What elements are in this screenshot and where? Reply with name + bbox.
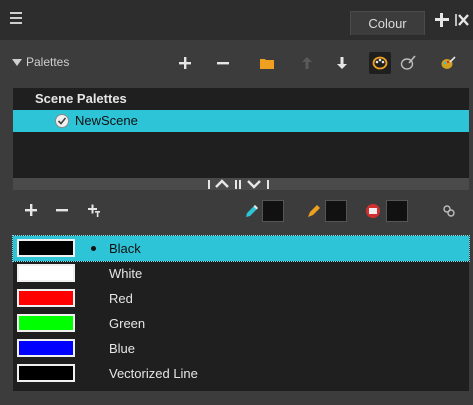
- panel-splitter[interactable]: [13, 178, 469, 190]
- arrow-down-icon: [337, 57, 347, 69]
- colour-chip: [17, 289, 75, 307]
- folder-icon: [260, 59, 274, 69]
- colour-label: Vectorized Line: [109, 366, 198, 381]
- plus-icon: [25, 204, 37, 216]
- pencil-icon[interactable]: [244, 203, 260, 219]
- tab-colour[interactable]: Colour: [350, 11, 425, 35]
- colour-chip: [17, 239, 75, 257]
- palette-operations-button[interactable]: [397, 52, 419, 74]
- palettes-toolbar: Palettes: [0, 40, 473, 84]
- colour-row-blue[interactable]: Blue: [13, 336, 469, 361]
- palette-browser-button[interactable]: [369, 52, 391, 74]
- link-colour-icon[interactable]: [442, 204, 456, 218]
- minus-icon: [217, 62, 229, 65]
- brush-colour-swatch[interactable]: [325, 200, 347, 222]
- selected-dot-icon: [91, 246, 96, 251]
- add-texture-button[interactable]: [83, 199, 105, 221]
- colour-row-red[interactable]: Red: [13, 286, 469, 311]
- minus-icon: [56, 209, 68, 212]
- palette-item-newscene[interactable]: NewScene: [13, 110, 469, 132]
- colour-row-white[interactable]: White: [13, 261, 469, 286]
- close-panel-icon[interactable]: [455, 12, 469, 28]
- scene-palettes-header: Scene Palettes: [35, 91, 127, 106]
- palette-item-label: NewScene: [75, 113, 138, 128]
- remove-palette-button[interactable]: [212, 52, 234, 74]
- move-palette-up-button[interactable]: [296, 52, 318, 74]
- arrow-up-icon: [302, 57, 312, 69]
- colour-list: Black White Red Green Blue Vectorized Li…: [12, 235, 470, 391]
- palette-colour-picker-button[interactable]: [437, 52, 459, 74]
- colour-label: Blue: [109, 341, 136, 356]
- move-palette-down-button[interactable]: [331, 52, 353, 74]
- colour-chip: [17, 264, 75, 282]
- add-tab-icon[interactable]: [434, 12, 450, 28]
- colour-toolbar: [0, 190, 473, 230]
- colour-row-green[interactable]: Green: [13, 311, 469, 336]
- fill-colour-swatch[interactable]: [386, 200, 408, 222]
- colour-chip: [17, 339, 75, 357]
- add-colour-button[interactable]: [20, 199, 42, 221]
- paint-bucket-icon[interactable]: [364, 202, 382, 220]
- palettes-collapse-toggle[interactable]: Palettes: [12, 55, 69, 69]
- remove-colour-button[interactable]: [51, 199, 73, 221]
- palette-brush-icon: [400, 55, 416, 70]
- palette-folder-button[interactable]: [256, 52, 278, 74]
- colour-label: Green: [109, 316, 146, 331]
- triangle-down-icon: [12, 58, 22, 66]
- colour-label: Red: [109, 291, 133, 306]
- palettes-section-label: Palettes: [26, 55, 70, 69]
- palette-swatch-icon: [441, 56, 456, 69]
- plus-icon: [179, 57, 191, 69]
- palette-icon: [372, 56, 388, 70]
- colour-chip: [17, 314, 75, 332]
- menu-icon[interactable]: [10, 12, 24, 26]
- colour-row-vectorized-line[interactable]: Vectorized Line: [13, 361, 469, 386]
- palette-list: Scene Palettes NewScene: [13, 88, 469, 178]
- colour-chip: [17, 364, 75, 382]
- add-palette-button[interactable]: [174, 52, 196, 74]
- pencil-colour-swatch[interactable]: [262, 200, 284, 222]
- panel-titlebar: Colour: [0, 0, 473, 40]
- colour-row-black[interactable]: Black: [12, 235, 470, 262]
- checkmark-icon: [55, 114, 69, 128]
- colour-label: White: [109, 266, 143, 281]
- paint-brush-icon[interactable]: [306, 203, 322, 219]
- colour-label: Black: [109, 241, 141, 256]
- texture-plus-icon: [88, 204, 100, 217]
- splitter-arrows-icon: [208, 179, 269, 189]
